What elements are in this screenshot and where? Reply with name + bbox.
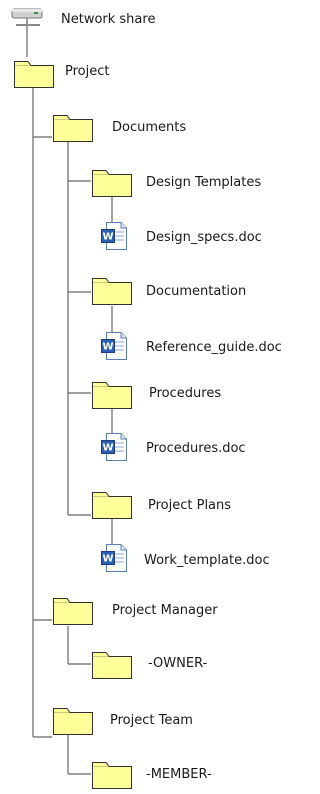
folder-label: Project — [65, 64, 110, 79]
folder-icon — [52, 111, 94, 147]
folder-label: Project Team — [110, 713, 193, 728]
file-label: Procedures.doc — [146, 441, 246, 456]
folder-tree-diagram: Network share Project Documents Design T… — [0, 0, 313, 794]
folder-label: -MEMBER- — [146, 767, 212, 782]
word-document-icon: W — [100, 221, 128, 255]
folder-icon — [91, 274, 133, 310]
network-share-label: Network share — [61, 12, 156, 27]
network-drive-icon — [11, 8, 43, 26]
word-document-icon: W — [100, 432, 128, 466]
word-document-icon: W — [100, 331, 128, 365]
file-label: Reference_guide.doc — [146, 340, 282, 355]
folder-label: Documents — [112, 120, 187, 135]
folder-label: -OWNER- — [148, 656, 208, 671]
svg-text:W: W — [102, 554, 113, 565]
folder-icon — [91, 378, 133, 414]
svg-text:W: W — [102, 443, 113, 454]
folder-icon — [91, 488, 133, 524]
folder-icon — [91, 758, 133, 794]
folder-label: Documentation — [146, 284, 247, 299]
folder-icon — [52, 594, 94, 630]
folder-label: Project Manager — [112, 603, 218, 618]
svg-text:W: W — [102, 232, 113, 243]
folder-label: Design Templates — [146, 175, 262, 190]
file-label: Work_template.doc — [144, 553, 270, 568]
file-label: Design_specs.doc — [146, 230, 262, 245]
folder-label: Project Plans — [148, 498, 232, 513]
folder-icon — [91, 166, 133, 202]
svg-text:W: W — [102, 342, 113, 353]
folder-icon — [13, 57, 55, 93]
folder-icon — [52, 704, 94, 740]
word-document-icon: W — [100, 543, 128, 577]
folder-icon — [91, 648, 133, 684]
folder-label: Procedures — [149, 386, 222, 401]
